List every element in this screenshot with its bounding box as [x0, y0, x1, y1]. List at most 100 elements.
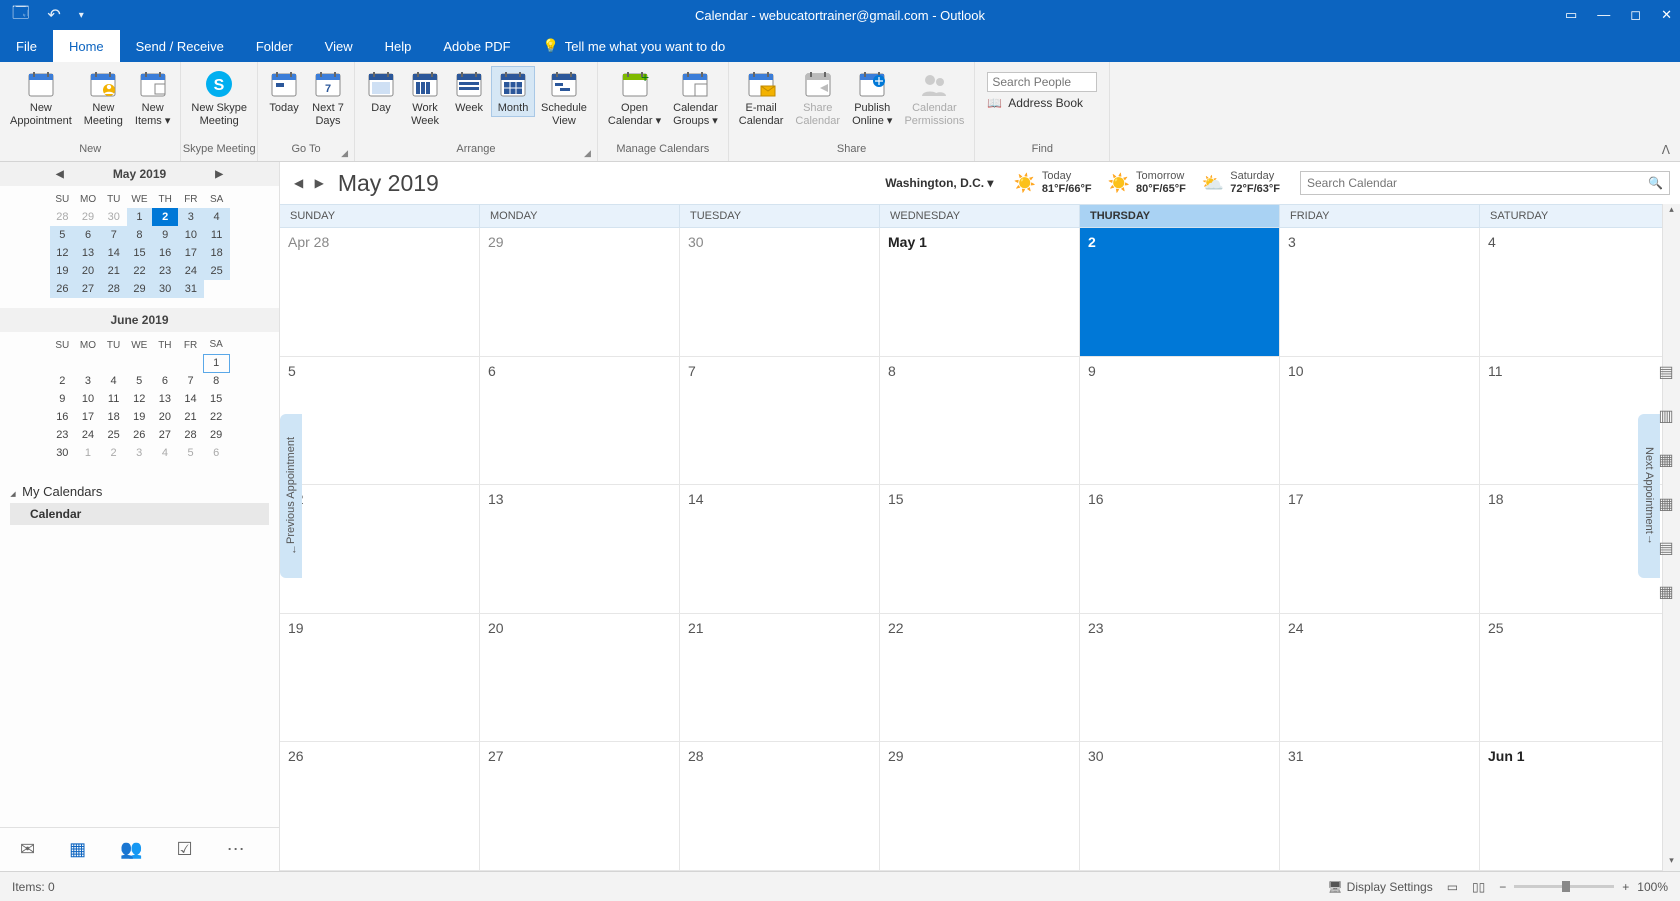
calendar-day-cell[interactable]: 6: [480, 357, 680, 485]
menu-tab-home[interactable]: Home: [53, 30, 120, 62]
minical-day[interactable]: 28: [50, 208, 76, 226]
dialog-launcher-icon[interactable]: ◢: [341, 148, 348, 159]
people-icon[interactable]: 👥: [120, 839, 142, 860]
minical-day[interactable]: 13: [75, 244, 101, 262]
calendar-day-cell[interactable]: 8: [880, 357, 1080, 485]
minical-day[interactable]: 4: [204, 208, 230, 226]
menu-tab-view[interactable]: View: [309, 30, 369, 62]
menu-tab-adobe-pdf[interactable]: Adobe PDF: [427, 30, 526, 62]
ribbon-new-appointment[interactable]: New Appointment: [4, 66, 78, 130]
calendar-day-cell[interactable]: 29: [480, 228, 680, 356]
view-reading-icon[interactable]: ▯▯: [1472, 880, 1485, 894]
previous-appointment-tab[interactable]: ←Previous Appointment: [280, 414, 302, 578]
ribbon-calendar-groups[interactable]: Calendar Groups ▾: [667, 66, 724, 130]
zoom-in-icon[interactable]: +: [1622, 880, 1629, 894]
calendar-day-cell[interactable]: 21: [680, 614, 880, 742]
calendar-day-cell[interactable]: 13: [480, 485, 680, 613]
scroll-down-icon[interactable]: ▾: [1663, 855, 1680, 871]
minical-day[interactable]: 12: [50, 244, 76, 262]
peek-list-icon[interactable]: ▦: [1658, 582, 1673, 602]
ribbon-e-mail-calendar[interactable]: E-mail Calendar: [733, 66, 790, 130]
view-normal-icon[interactable]: ▭: [1447, 880, 1458, 894]
minical-day[interactable]: 10: [75, 390, 101, 408]
menu-tab-folder[interactable]: Folder: [240, 30, 309, 62]
zoom-slider[interactable]: [1514, 885, 1614, 888]
weather-day[interactable]: ⛅Saturday72°F/63°F: [1202, 170, 1280, 196]
prev-month-icon[interactable]: ◀: [290, 176, 307, 190]
minical-day[interactable]: 21: [178, 408, 204, 426]
qat-customize-icon[interactable]: ▾: [79, 10, 84, 21]
calendar-day-cell[interactable]: 24: [1280, 614, 1480, 742]
minical-day[interactable]: 30: [101, 208, 127, 226]
minical-day[interactable]: 11: [101, 390, 127, 408]
minical-day[interactable]: 5: [126, 372, 152, 390]
minical-day[interactable]: 6: [75, 226, 101, 244]
minical-day[interactable]: 15: [203, 390, 229, 408]
calendar-day-cell[interactable]: 22: [880, 614, 1080, 742]
minical-day[interactable]: 12: [126, 390, 152, 408]
minical-day[interactable]: 28: [178, 426, 204, 444]
minical-day[interactable]: 20: [152, 408, 178, 426]
minical-day[interactable]: 22: [203, 408, 229, 426]
minical-day[interactable]: 23: [50, 426, 76, 444]
minical-day[interactable]: 4: [152, 444, 178, 462]
ribbon-new-items[interactable]: New Items ▾: [129, 66, 176, 130]
peek-schedule-icon[interactable]: ▤: [1658, 538, 1673, 558]
tasks-icon[interactable]: ☑: [177, 839, 193, 860]
address-book-button[interactable]: 📖Address Book: [987, 96, 1097, 110]
collapse-ribbon-icon[interactable]: ᐱ: [1662, 143, 1670, 157]
minical-day[interactable]: 31: [178, 280, 204, 298]
calendar-day-cell[interactable]: 10: [1280, 357, 1480, 485]
minical-day[interactable]: 30: [152, 280, 178, 298]
ribbon-schedule-view[interactable]: Schedule View: [535, 66, 593, 130]
calendar-day-cell[interactable]: Apr 28: [280, 228, 480, 356]
search-people-input[interactable]: [987, 72, 1097, 92]
zoom-out-icon[interactable]: −: [1499, 880, 1506, 894]
peek-week-icon[interactable]: ▦: [1658, 450, 1673, 470]
minical-day[interactable]: 5: [178, 444, 204, 462]
calendar-day-cell[interactable]: 29: [880, 742, 1080, 870]
calendar-list-item[interactable]: Calendar: [10, 503, 269, 525]
calendar-day-cell[interactable]: 26: [280, 742, 480, 870]
calendar-icon[interactable]: ▦: [69, 839, 86, 860]
minical-day[interactable]: 20: [75, 262, 101, 280]
minical-day[interactable]: 2: [101, 444, 127, 462]
more-icon[interactable]: ⋯: [227, 839, 245, 860]
minical-day[interactable]: 3: [75, 372, 101, 390]
minical-day[interactable]: 29: [75, 208, 101, 226]
tell-me[interactable]: 💡Tell me what you want to do: [527, 30, 742, 62]
minical-day[interactable]: 6: [203, 444, 229, 462]
maximize-icon[interactable]: ◻: [1630, 7, 1641, 23]
ribbon-next-7-days[interactable]: 7 Next 7 Days: [306, 66, 350, 130]
minical-day[interactable]: 5: [50, 226, 76, 244]
minical-day[interactable]: 2: [152, 208, 178, 226]
ribbon-work-week[interactable]: Work Week: [403, 66, 447, 130]
display-settings[interactable]: 🖥Display Settings: [1327, 880, 1432, 894]
calendar-day-cell[interactable]: 28: [680, 742, 880, 870]
ribbon-new-skype-meeting[interactable]: SNew Skype Meeting: [185, 66, 253, 130]
weather-day[interactable]: ☀️Today81°F/66°F: [1013, 170, 1091, 196]
calendar-day-cell[interactable]: 2: [1080, 228, 1280, 356]
calendar-day-cell[interactable]: 3: [1280, 228, 1480, 356]
ribbon-week[interactable]: Week: [447, 66, 491, 117]
calendar-day-cell[interactable]: 27: [480, 742, 680, 870]
minical-day[interactable]: 24: [75, 426, 101, 444]
calendar-day-cell[interactable]: 17: [1280, 485, 1480, 613]
calendar-day-cell[interactable]: 20: [480, 614, 680, 742]
ribbon-new-meeting[interactable]: New Meeting: [78, 66, 129, 130]
calendar-day-cell[interactable]: 30: [680, 228, 880, 356]
search-icon[interactable]: 🔍: [1648, 176, 1663, 190]
weather-day[interactable]: ☀️Tomorrow80°F/65°F: [1108, 170, 1186, 196]
minical-day[interactable]: 1: [127, 208, 153, 226]
minical-day[interactable]: 26: [50, 280, 76, 298]
minical-day[interactable]: 3: [178, 208, 204, 226]
dialog-launcher-icon[interactable]: ◢: [584, 148, 591, 159]
search-calendar-input[interactable]: [1307, 176, 1648, 190]
minical-day[interactable]: 8: [203, 372, 229, 390]
minical-day[interactable]: 19: [50, 262, 76, 280]
minical-day[interactable]: 29: [203, 426, 229, 444]
calendar-day-cell[interactable]: 14: [680, 485, 880, 613]
minical-prev-icon[interactable]: ◀: [50, 169, 70, 180]
qat-save-icon[interactable]: 🗔: [12, 2, 29, 29]
calendar-day-cell[interactable]: 25: [1480, 614, 1680, 742]
